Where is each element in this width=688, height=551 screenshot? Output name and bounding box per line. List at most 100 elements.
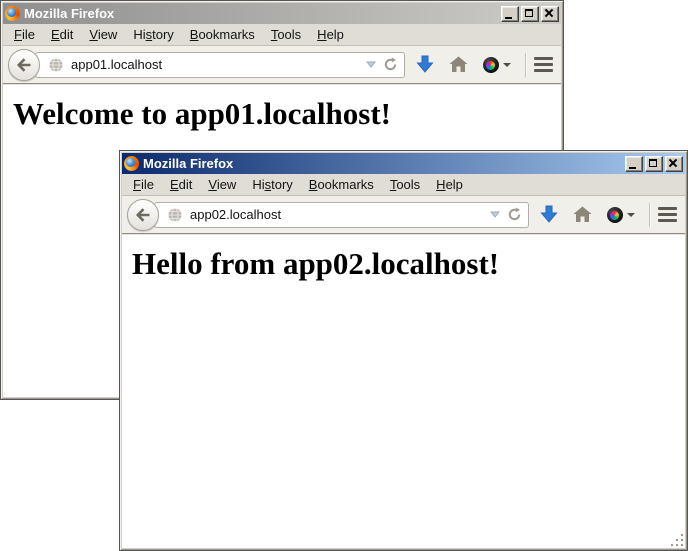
page-heading: Welcome to app01.localhost!: [13, 96, 561, 132]
menu-label: ile: [141, 177, 154, 192]
app-menu-button[interactable]: [534, 55, 553, 74]
menu-history[interactable]: History: [125, 25, 181, 45]
url-text[interactable]: app02.localhost: [190, 207, 483, 222]
page-content: Hello from app02.localhost!: [122, 234, 685, 548]
download-arrow-icon: [416, 55, 434, 74]
navigation-toolbar: app01.localhost: [3, 46, 561, 84]
window-title: Mozilla Firefox: [143, 156, 621, 171]
minimize-icon: [629, 167, 636, 169]
download-button[interactable]: [540, 205, 558, 224]
back-button[interactable]: [8, 49, 40, 81]
url-bar[interactable]: app02.localhost: [154, 202, 529, 228]
menu-label: H: [436, 177, 445, 192]
close-icon: [545, 9, 553, 17]
menu-label: V: [208, 177, 216, 192]
extension-button[interactable]: [483, 57, 511, 73]
resize-grip-icon[interactable]: [671, 534, 684, 547]
titlebar[interactable]: Mozilla Firefox: [3, 3, 561, 24]
chevron-down-icon: [503, 63, 511, 67]
home-button[interactable]: [573, 206, 592, 223]
menu-bookmarks[interactable]: Bookmarks: [301, 175, 382, 195]
menu-view[interactable]: View: [81, 25, 125, 45]
globe-icon: [48, 57, 64, 73]
menu-label: ile: [22, 27, 35, 42]
back-button[interactable]: [127, 199, 159, 231]
minimize-button[interactable]: [501, 6, 519, 22]
home-icon: [449, 56, 468, 73]
menu-label: F: [133, 177, 141, 192]
download-arrow-icon: [540, 205, 558, 224]
page-heading: Hello from app02.localhost!: [132, 246, 685, 282]
menu-label: dit: [60, 27, 74, 42]
maximize-button[interactable]: [521, 6, 539, 22]
menu-label: tory: [152, 27, 174, 42]
back-arrow-icon: [135, 207, 152, 223]
menu-label: E: [170, 177, 179, 192]
globe-icon: [167, 207, 183, 223]
menu-label: Hi: [252, 177, 264, 192]
hamburger-icon: [658, 205, 677, 224]
close-button[interactable]: [541, 6, 559, 22]
back-arrow-icon: [16, 57, 33, 73]
menu-edit[interactable]: Edit: [43, 25, 81, 45]
firefox-icon: [5, 6, 20, 21]
url-bar[interactable]: app01.localhost: [35, 52, 405, 78]
menu-help[interactable]: Help: [309, 25, 352, 45]
chevron-down-icon[interactable]: [366, 61, 376, 68]
chevron-down-icon: [627, 213, 635, 217]
menu-label: iew: [217, 177, 237, 192]
menu-label: E: [51, 27, 60, 42]
window-controls: [501, 6, 559, 22]
menu-history[interactable]: History: [244, 175, 300, 195]
menu-label: Hi: [133, 27, 145, 42]
maximize-icon: [525, 9, 533, 17]
menu-label: H: [317, 27, 326, 42]
menu-label: tory: [271, 177, 293, 192]
reload-icon[interactable]: [383, 57, 398, 72]
color-wheel-icon: [483, 57, 499, 73]
menu-bar: File Edit View History Bookmarks Tools H…: [3, 24, 561, 46]
minimize-button[interactable]: [625, 156, 643, 172]
home-icon: [573, 206, 592, 223]
extension-button[interactable]: [607, 207, 635, 223]
maximize-icon: [649, 159, 657, 167]
app-menu-button[interactable]: [658, 205, 677, 224]
minimize-icon: [505, 17, 512, 19]
close-button[interactable]: [665, 156, 683, 172]
navigation-toolbar: app02.localhost: [122, 196, 685, 234]
url-text[interactable]: app01.localhost: [71, 57, 359, 72]
menu-help[interactable]: Help: [428, 175, 471, 195]
menu-label: ookmarks: [317, 177, 373, 192]
menu-bookmarks[interactable]: Bookmarks: [182, 25, 263, 45]
menu-bar: File Edit View History Bookmarks Tools H…: [122, 174, 685, 196]
menu-view[interactable]: View: [200, 175, 244, 195]
menu-label: ookmarks: [198, 27, 254, 42]
hamburger-icon: [534, 55, 553, 74]
menu-tools[interactable]: Tools: [382, 175, 428, 195]
menu-edit[interactable]: Edit: [162, 175, 200, 195]
menu-label: V: [89, 27, 97, 42]
menu-label: ools: [277, 27, 301, 42]
color-wheel-icon: [607, 207, 623, 223]
firefox-icon: [124, 156, 139, 171]
chevron-down-icon[interactable]: [490, 211, 500, 218]
menu-label: iew: [98, 27, 118, 42]
menu-file[interactable]: File: [125, 175, 162, 195]
menu-file[interactable]: File: [6, 25, 43, 45]
reload-icon[interactable]: [507, 207, 522, 222]
menu-label: dit: [179, 177, 193, 192]
download-button[interactable]: [416, 55, 434, 74]
menu-label: elp: [327, 27, 344, 42]
menu-label: F: [14, 27, 22, 42]
titlebar[interactable]: Mozilla Firefox: [122, 153, 685, 174]
maximize-button[interactable]: [645, 156, 663, 172]
menu-label: elp: [446, 177, 463, 192]
window-controls: [625, 156, 683, 172]
home-button[interactable]: [449, 56, 468, 73]
toolbar-separator: [525, 53, 526, 77]
close-icon: [669, 159, 677, 167]
menu-label: ools: [396, 177, 420, 192]
menu-tools[interactable]: Tools: [263, 25, 309, 45]
firefox-window-app02[interactable]: Mozilla Firefox File Edit View History B…: [119, 150, 688, 551]
window-title: Mozilla Firefox: [24, 6, 497, 21]
